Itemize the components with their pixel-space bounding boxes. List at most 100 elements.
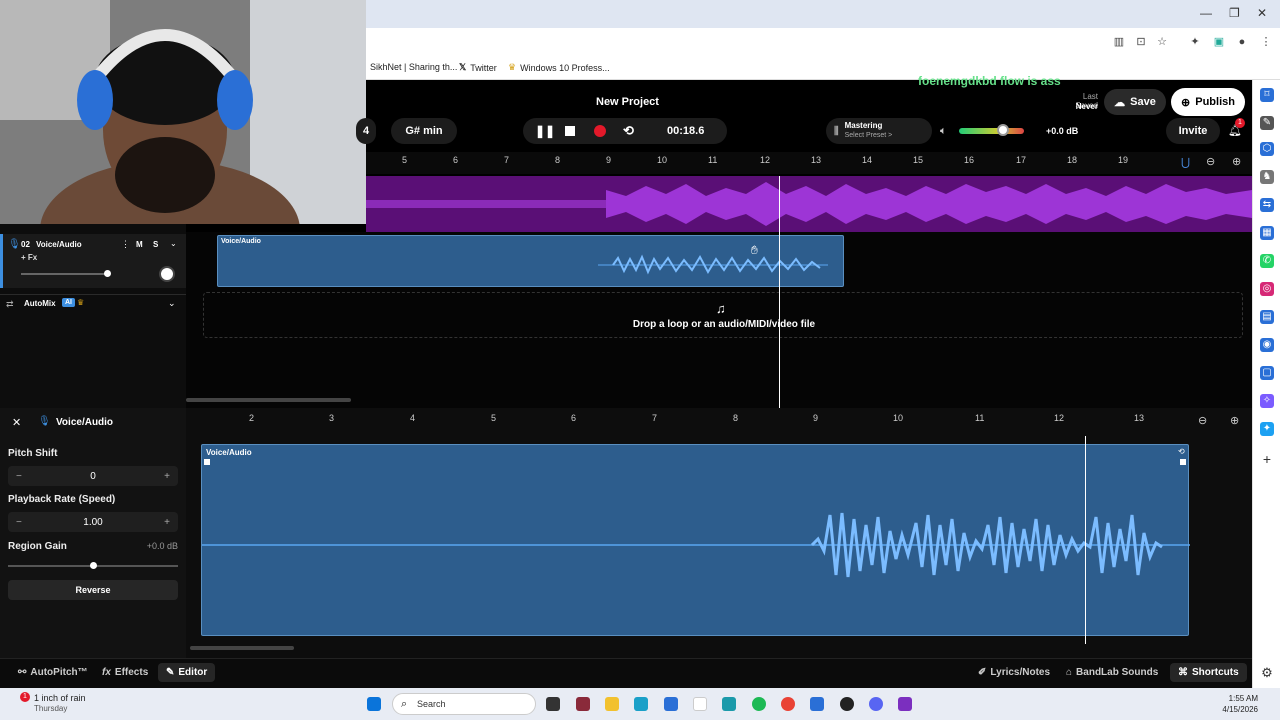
mastering-selector[interactable]: ⫼ Mastering Select Preset > (826, 118, 932, 144)
autopitch-tab[interactable]: ⚯ AutoPitch™ (18, 667, 88, 678)
close-window-icon[interactable]: ✕ (1257, 6, 1267, 20)
minus-icon[interactable]: − (16, 471, 22, 482)
windows-start-icon[interactable] (367, 697, 381, 711)
screenshot-icon[interactable]: ⊡ (1135, 36, 1147, 48)
editor-audio-region[interactable]: Voice/Audio ⟲ (201, 444, 1190, 636)
pan-knob[interactable] (159, 266, 175, 282)
store-icon[interactable] (664, 697, 678, 711)
key-partial[interactable]: 4 (356, 118, 376, 144)
editor-playhead[interactable] (1085, 436, 1086, 644)
menu-icon[interactable]: ⋮ (1260, 36, 1272, 48)
chess-icon[interactable]: ♞ (1260, 170, 1274, 184)
gear-icon[interactable]: ⚙ (1260, 666, 1274, 680)
pause-icon[interactable]: ❚❚ (535, 124, 555, 138)
nba-icon[interactable] (693, 697, 707, 711)
pitch-shift-stepper[interactable]: − 0 + (8, 466, 178, 486)
chrome-icon[interactable] (781, 697, 795, 711)
stop-icon[interactable] (565, 126, 575, 136)
loop-icon[interactable]: ⟲ (1178, 447, 1185, 456)
snap-icon[interactable]: ⋃ (1181, 156, 1190, 169)
messenger-icon[interactable]: ✧ (1260, 394, 1274, 408)
alert-icon[interactable]: ◉ (1260, 338, 1274, 352)
region-end-handle[interactable] (1180, 459, 1186, 465)
weather-widget[interactable]: 1 1 inch of rain Thursday (12, 692, 102, 716)
reverse-button[interactable]: Reverse (8, 580, 178, 600)
app-icon-2[interactable] (810, 697, 824, 711)
bird-icon[interactable]: ✦ (1260, 422, 1274, 436)
instrument-region[interactable] (366, 176, 1252, 232)
edge-icon[interactable] (634, 697, 648, 711)
save-button[interactable]: ☁ Save (1104, 89, 1166, 115)
key-selector[interactable]: G# min (391, 118, 457, 144)
plus-icon[interactable]: + (164, 471, 170, 482)
plus-icon[interactable]: + (164, 517, 170, 528)
playback-rate-value[interactable]: 1.00 (83, 517, 102, 528)
discord-icon[interactable] (869, 697, 883, 711)
playhead[interactable] (779, 176, 780, 408)
browser-app-icon[interactable] (722, 697, 736, 711)
drop-zone[interactable]: ♫ Drop a loop or an audio/MIDI/video fil… (203, 292, 1243, 338)
extension2-icon[interactable]: ▣ (1213, 36, 1225, 48)
editor-ruler[interactable]: 2 3 4 5 6 7 8 9 10 11 12 13 ⊖ ⊕ (186, 408, 1252, 434)
minus-icon[interactable]: − (16, 517, 22, 528)
audio-region[interactable]: Voice/Audio (217, 235, 844, 287)
invite-button[interactable]: Invite (1166, 118, 1220, 144)
profile-icon[interactable]: ● (1236, 36, 1248, 48)
track-header-voice[interactable]: 🎙︎ 02 Voice/Audio ⋮ M S ⌄ + Fx (0, 234, 186, 288)
star-icon[interactable]: ☆ (1156, 36, 1168, 48)
lyrics-tab[interactable]: ✐ Lyrics/Notes (978, 667, 1050, 678)
track-volume-slider[interactable] (21, 273, 109, 275)
minimize-icon[interactable]: — (1200, 6, 1212, 20)
bookmark-windows[interactable]: ♛ Windows 10 Profess... (508, 62, 610, 73)
project-title[interactable]: New Project (596, 96, 659, 108)
app-icon-3[interactable] (840, 697, 854, 711)
chevron-down-icon[interactable]: ⌄ (168, 298, 176, 309)
region-start-handle[interactable] (204, 459, 210, 465)
chart-icon[interactable]: ▤ (1260, 310, 1274, 324)
pitch-shift-value[interactable]: 0 (90, 471, 96, 482)
playback-rate-stepper[interactable]: − 1.00 + (8, 512, 178, 532)
task-view-icon[interactable] (546, 697, 560, 711)
arrangement-area[interactable]: Voice/Audio ✋︎ ♫ Drop a loop or an audio… (186, 232, 1252, 408)
instagram-icon[interactable]: ◎ (1260, 282, 1274, 296)
track-name[interactable]: Voice/Audio (36, 240, 82, 249)
master-volume-knob[interactable] (997, 124, 1009, 136)
cube-icon[interactable]: ⬡ (1260, 142, 1274, 156)
horizontal-scrollbar[interactable] (186, 398, 351, 402)
speaker-icon[interactable]: 🔈︎ (940, 125, 947, 138)
sounds-tab[interactable]: ⌂ BandLab Sounds (1066, 667, 1158, 678)
document-icon[interactable]: ▢ (1260, 366, 1274, 380)
extension-icon[interactable]: ✦ (1189, 36, 1201, 48)
add-fx-button[interactable]: + Fx (21, 253, 37, 262)
spotify-icon[interactable] (752, 697, 766, 711)
whatsapp-icon[interactable]: ✆ (1260, 254, 1274, 268)
bookmark-sikhnet[interactable]: SikhNet | Sharing th... (370, 62, 457, 72)
timeline-ruler[interactable]: 5 6 7 8 9 10 11 12 13 14 15 16 17 18 19 … (366, 152, 1252, 174)
region-gain-handle[interactable] (90, 562, 97, 569)
automix-row[interactable]: ⇄ AutoMix AI ♛ ⌄ (0, 294, 186, 314)
bookmark-icon[interactable]: ⌑ (1260, 88, 1274, 102)
translate-icon[interactable]: ⇆ (1260, 198, 1274, 212)
master-volume-meter[interactable] (959, 128, 1024, 134)
record-icon[interactable] (594, 125, 606, 137)
editor-scrollbar[interactable] (190, 646, 294, 650)
close-icon[interactable]: ✕ (12, 416, 21, 429)
bookmark-twitter[interactable]: 𝕏 Twitter (459, 62, 497, 73)
effects-tab[interactable]: fx Effects (102, 667, 148, 678)
publish-button[interactable]: ⊕ Publish (1171, 88, 1245, 116)
zoom-in-icon[interactable]: ⊕ (1230, 414, 1239, 427)
editor-tab[interactable]: ✎ Editor (158, 663, 216, 682)
shortcuts-button[interactable]: ⌘ Shortcuts (1170, 663, 1247, 682)
loop-icon[interactable]: ⟲ (623, 123, 634, 139)
app-icon-1[interactable] (576, 697, 590, 711)
region-editor-canvas[interactable]: Voice/Audio ⟲ (186, 408, 1252, 658)
mute-button[interactable]: M (136, 240, 143, 249)
zoom-out-icon[interactable]: ⊖ (1198, 414, 1207, 427)
file-explorer-icon[interactable] (605, 697, 619, 711)
zoom-out-icon[interactable]: ⊖ (1206, 155, 1215, 168)
chevron-down-icon[interactable]: ⌄ (170, 239, 177, 248)
taskbar-search[interactable]: ⌕ Search (392, 693, 536, 715)
calendar-icon[interactable]: ▦ (1260, 226, 1274, 240)
track-menu-icon[interactable]: ⋮ (121, 239, 130, 250)
solo-button[interactable]: S (153, 240, 158, 249)
